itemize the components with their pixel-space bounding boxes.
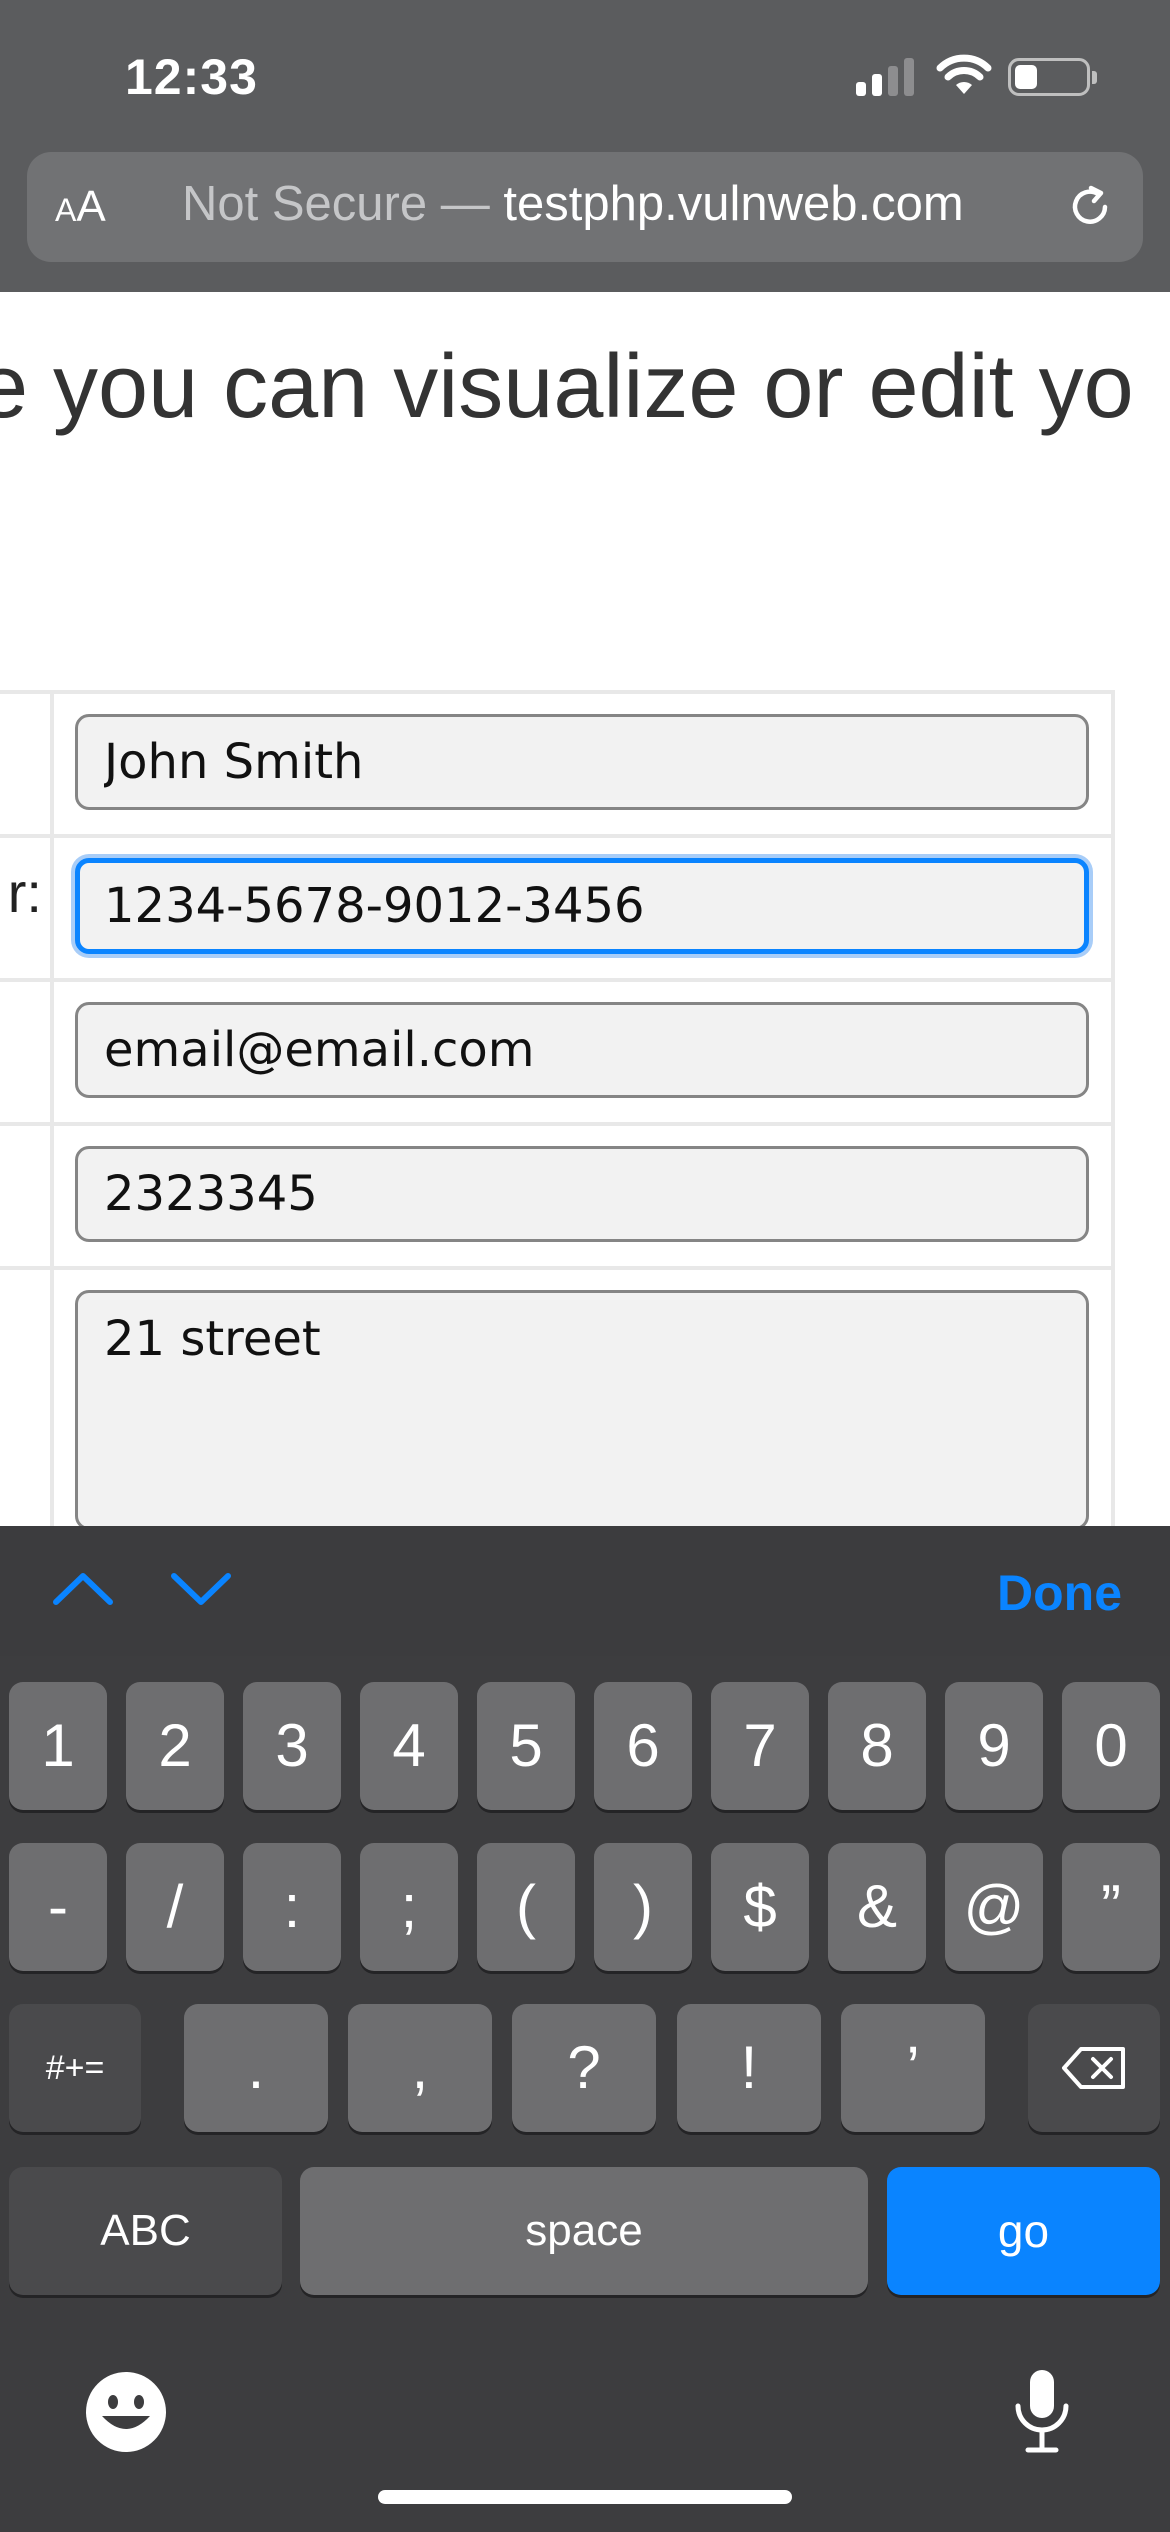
form-row-name <box>0 690 1115 834</box>
key-5[interactable]: 5 <box>477 1682 575 1810</box>
key-6[interactable]: 6 <box>594 1682 692 1810</box>
reload-icon[interactable] <box>1065 182 1115 232</box>
reader-settings-button[interactable]: AA <box>55 182 106 232</box>
key-close-paren[interactable]: ) <box>594 1843 692 1971</box>
key-more-symbols[interactable]: #+= <box>9 2004 141 2132</box>
browser-chrome: 12:33 AA Not Secure — testphp.vulnweb.co… <box>0 0 1170 292</box>
wifi-icon <box>936 54 992 94</box>
key-ampersand[interactable]: & <box>828 1843 926 1971</box>
address-field[interactable]: 21 street <box>75 1290 1089 1526</box>
key-semicolon[interactable]: ; <box>360 1843 458 1971</box>
label-cell <box>0 1270 54 1526</box>
numeric-keyboard: 1 2 3 4 5 6 7 8 9 0 - / : ; ( ) $ & @ ” … <box>0 1656 1170 2532</box>
key-at[interactable]: @ <box>945 1843 1043 1971</box>
key-3[interactable]: 3 <box>243 1682 341 1810</box>
label-cell <box>0 1126 54 1266</box>
credit-card-field[interactable] <box>75 858 1089 954</box>
key-colon[interactable]: : <box>243 1843 341 1971</box>
battery-icon <box>1008 58 1097 96</box>
form-row-address: 21 street <box>0 1266 1115 1526</box>
key-slash[interactable]: / <box>126 1843 224 1971</box>
url-display[interactable]: Not Secure — testphp.vulnweb.com <box>182 176 964 232</box>
phone-field[interactable] <box>75 1146 1089 1242</box>
address-bar[interactable]: AA Not Secure — testphp.vulnweb.com <box>27 152 1143 262</box>
backspace-icon <box>1062 2047 1125 2089</box>
card-label: r: <box>7 861 42 924</box>
name-field[interactable] <box>75 714 1089 810</box>
go-key[interactable]: go <box>887 2167 1160 2295</box>
emoji-icon[interactable] <box>84 2370 168 2454</box>
next-field-icon[interactable] <box>166 1564 236 1614</box>
microphone-icon[interactable] <box>1010 2366 1074 2456</box>
done-button[interactable]: Done <box>997 1564 1122 1622</box>
key-question[interactable]: ? <box>512 2004 656 2132</box>
label-cell <box>0 694 54 834</box>
key-2[interactable]: 2 <box>126 1682 224 1810</box>
url-host: testphp.vulnweb.com <box>503 177 964 231</box>
status-time: 12:33 <box>125 49 258 105</box>
form-row-card: r: <box>0 834 1115 978</box>
form-row-email <box>0 978 1115 1122</box>
label-cell <box>0 982 54 1122</box>
key-comma[interactable]: , <box>348 2004 492 2132</box>
space-key[interactable]: space <box>300 2167 868 2295</box>
previous-field-icon[interactable] <box>48 1564 118 1614</box>
key-8[interactable]: 8 <box>828 1682 926 1810</box>
form-row-phone <box>0 1122 1115 1266</box>
keyboard-accessory-bar: Done <box>0 1526 1170 1656</box>
delete-key[interactable] <box>1028 2004 1160 2132</box>
key-7[interactable]: 7 <box>711 1682 809 1810</box>
cellular-signal-icon <box>856 56 916 96</box>
abc-key[interactable]: ABC <box>9 2167 282 2295</box>
key-9[interactable]: 9 <box>945 1682 1043 1810</box>
key-hyphen[interactable]: - <box>9 1843 107 1971</box>
key-dollar[interactable]: $ <box>711 1843 809 1971</box>
key-4[interactable]: 4 <box>360 1682 458 1810</box>
home-indicator[interactable] <box>378 2490 792 2504</box>
key-exclamation[interactable]: ! <box>677 2004 821 2132</box>
key-open-paren[interactable]: ( <box>477 1843 575 1971</box>
key-apostrophe[interactable]: ’ <box>841 2004 985 2132</box>
key-period[interactable]: . <box>184 2004 328 2132</box>
web-content: e you can visualize or edit yo r: <box>0 292 1170 1526</box>
label-cell: r: <box>0 838 54 978</box>
key-quote[interactable]: ” <box>1062 1843 1160 1971</box>
key-0[interactable]: 0 <box>1062 1682 1160 1810</box>
security-label: Not Secure — <box>182 177 504 231</box>
key-1[interactable]: 1 <box>9 1682 107 1810</box>
email-field[interactable] <box>75 1002 1089 1098</box>
page-heading: e you can visualize or edit yo <box>0 337 1134 437</box>
